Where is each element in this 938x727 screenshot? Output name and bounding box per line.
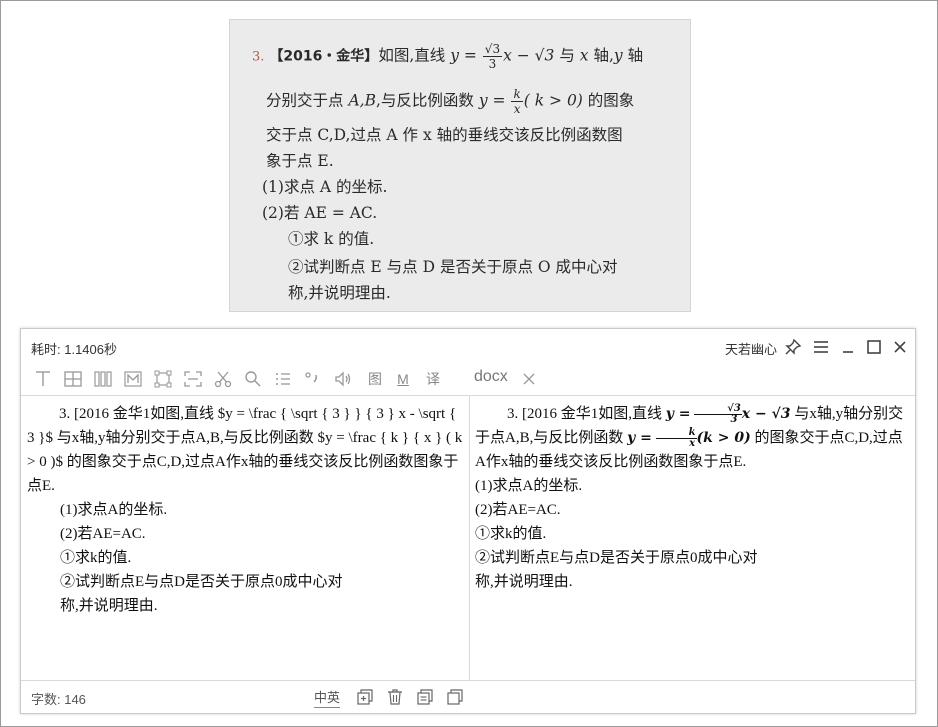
- punctuation-icon[interactable]: [303, 369, 323, 389]
- speaker-icon[interactable]: [333, 369, 353, 389]
- rendered-paragraph-5: ②试判断点E与点D是否关于原点0成中心对: [475, 550, 758, 566]
- raw-text-pane[interactable]: 3. [2016 金华1如图,直线 $y = \frac { \sqrt { 3…: [21, 395, 470, 680]
- language-toggle[interactable]: 中英: [314, 687, 341, 708]
- word-count: 字数: 146: [31, 692, 86, 707]
- raw-paragraph-2: (1)求点A的坐标.: [60, 502, 168, 518]
- markdown-box-icon[interactable]: [123, 369, 143, 389]
- search-icon[interactable]: [243, 369, 263, 389]
- problem-photo: 3. 【2016・金华】如图,直线 y = √3 3 x − √3 与 x 轴,y …: [229, 19, 691, 312]
- rendered-paragraph-4: ①求k的值.: [475, 526, 547, 542]
- photo-line-5: (1)求点 A 的坐标.: [262, 178, 388, 196]
- translate-tool[interactable]: 译: [423, 369, 443, 389]
- rendered-paragraph-1: 3. [2016 金华1如图,直线 y = √3 3 x − √3 与x轴,y轴分别…: [475, 403, 904, 470]
- rendered-paragraph-6: 称,并说明理由.: [475, 574, 573, 590]
- ocr-window: 耗时: 1.1406秒 天若幽心 图 M 译 docx 3. [2016 金华1…: [20, 328, 916, 714]
- text-format-icon[interactable]: [33, 369, 53, 389]
- app-brand: 天若幽心: [725, 342, 778, 357]
- crop-select-icon[interactable]: [153, 369, 173, 389]
- toolbar: 图 M 译 docx: [21, 365, 915, 395]
- image-tool[interactable]: 图: [365, 369, 385, 389]
- photo-line-8: ②试判断点 E 与点 D 是否关于原点 O 成中心对: [288, 258, 618, 276]
- screenshot-region-icon[interactable]: [183, 369, 203, 389]
- copy-text-icon[interactable]: [416, 688, 434, 706]
- add-copy-icon[interactable]: [356, 688, 374, 706]
- photo-line-6: (2)若 AE = AC.: [262, 204, 378, 222]
- close-icon[interactable]: [891, 338, 909, 356]
- title-bar: 耗时: 1.1406秒 天若幽心: [21, 329, 915, 365]
- docx-close-icon[interactable]: [521, 371, 537, 392]
- photo-line-1: 3. 【2016・金华】如图,直线 y = √3 3 x − √3 与 x 轴,y …: [252, 42, 644, 71]
- photo-line-7: ①求 k 的值.: [288, 230, 375, 248]
- maximize-icon[interactable]: [865, 338, 883, 356]
- raw-paragraph-3: (2)若AE=AC.: [60, 526, 146, 542]
- photo-line-4: 象于点 E.: [266, 152, 334, 170]
- raw-paragraph-4: ①求k的值.: [60, 550, 132, 566]
- photo-fraction-2: kx: [511, 87, 523, 116]
- rendered-fraction-2: kx: [655, 428, 697, 449]
- rendered-paragraph-2: (1)求点A的坐标.: [475, 478, 583, 494]
- docx-tab[interactable]: docx: [474, 368, 508, 386]
- photo-line-2: 分别交于点 A,B,与反比例函数 y = k x( k > 0) 的图象: [266, 87, 635, 116]
- columns-icon[interactable]: [93, 369, 113, 389]
- minimize-icon[interactable]: [839, 338, 857, 356]
- list-icon[interactable]: [273, 369, 293, 389]
- scissors-icon[interactable]: [213, 369, 233, 389]
- table-icon[interactable]: [63, 369, 83, 389]
- photo-line-3: 交于点 C,D,过点 A 作 x 轴的垂线交该反比例函数图: [266, 126, 623, 144]
- photo-line-9: 称,并说明理由.: [288, 284, 391, 302]
- photo-fraction-1: √3 3: [482, 42, 503, 71]
- markdown-tool[interactable]: M: [393, 369, 413, 389]
- copy-icon[interactable]: [446, 688, 464, 706]
- pin-icon[interactable]: [784, 338, 802, 356]
- raw-paragraph-1: 3. [2016 金华1如图,直线 $y = \frac { \sqrt { 3…: [27, 406, 463, 494]
- trash-icon[interactable]: [386, 688, 404, 706]
- rendered-text-pane[interactable]: 3. [2016 金华1如图,直线 y = √3 3 x − √3 与x轴,y轴分别…: [470, 395, 915, 680]
- raw-paragraph-6: 称,并说明理由.: [60, 598, 158, 614]
- status-bar: 字数: 146 中英: [21, 680, 915, 713]
- elapsed-time: 耗时: 1.1406秒: [31, 342, 117, 357]
- rendered-paragraph-3: (2)若AE=AC.: [475, 502, 561, 518]
- raw-paragraph-5: ②试判断点E与点D是否关于原点0成中心对: [60, 574, 343, 590]
- menu-icon[interactable]: [812, 338, 830, 356]
- rendered-fraction-1: √3 3: [694, 404, 742, 425]
